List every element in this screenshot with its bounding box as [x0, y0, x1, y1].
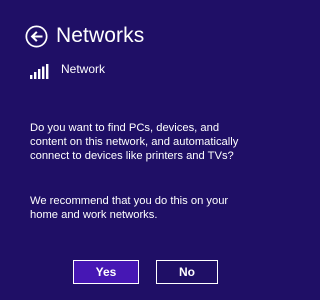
- page-title: Networks: [56, 24, 145, 47]
- wifi-signal-bars-icon: [30, 64, 49, 79]
- no-button[interactable]: No: [156, 260, 218, 284]
- yes-button[interactable]: Yes: [73, 260, 139, 284]
- panel-header: Networks: [25, 23, 144, 49]
- discovery-question: Do you want to find PCs, devices, and co…: [30, 122, 239, 163]
- back-arrow-icon[interactable]: [25, 24, 48, 48]
- network-name: Network: [61, 62, 106, 76]
- network-item[interactable]: Network: [30, 62, 106, 79]
- recommendation-text: We recommend that you do this on your ho…: [30, 195, 229, 222]
- networks-panel: Networks Network Do you want to find PCs…: [0, 0, 249, 300]
